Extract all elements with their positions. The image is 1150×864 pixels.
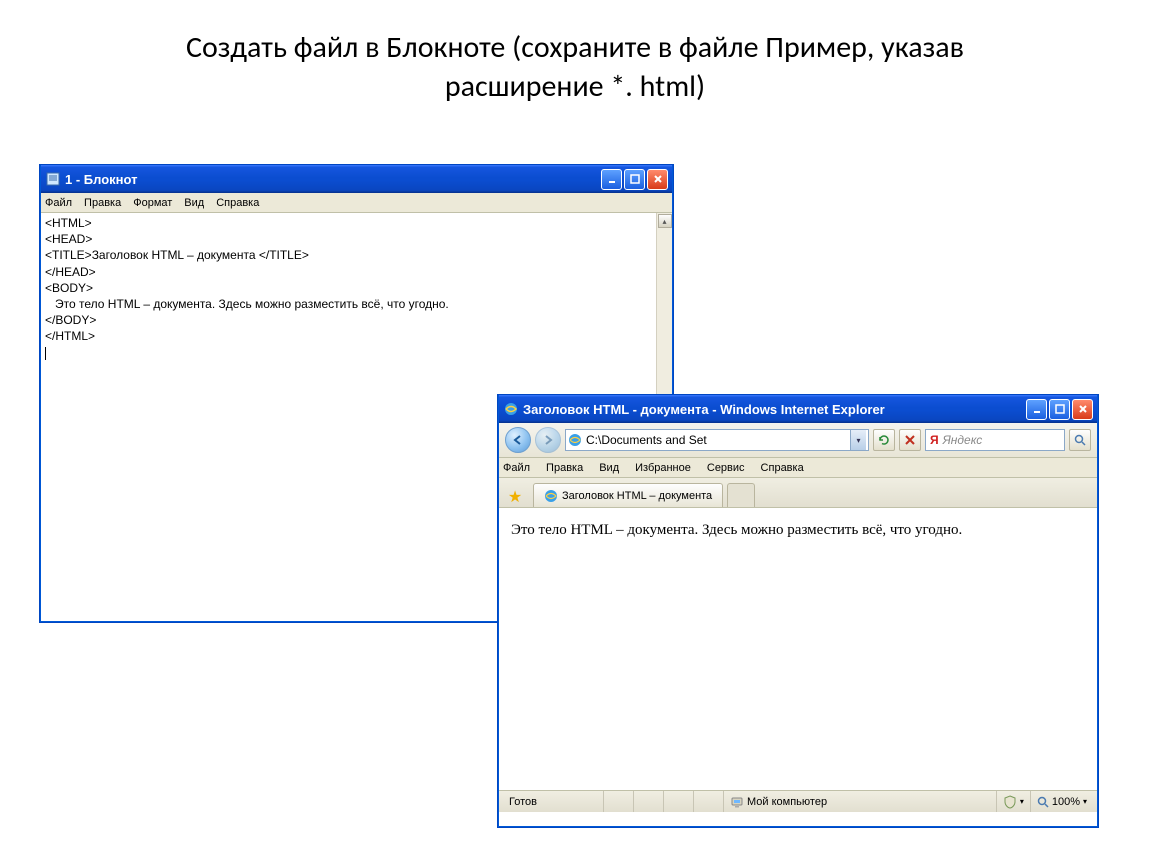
tab-page-icon [544, 489, 558, 503]
status-pane [663, 791, 693, 812]
minimize-button[interactable] [601, 169, 622, 190]
ie-tabstrip: ★ Заголовок HTML – документа [499, 478, 1097, 508]
notepad-icon [45, 171, 61, 187]
search-box[interactable]: Я Яндекс [925, 429, 1065, 451]
ie-statusbar: Готов Мой компьютер ▾ 100% ▾ [499, 790, 1097, 812]
search-go-button[interactable] [1069, 429, 1091, 451]
ie-menubar: Файл Правка Вид Избранное Сервис Справка [499, 458, 1097, 478]
menu-help[interactable]: Справка [216, 197, 259, 209]
zone-icon [730, 795, 744, 809]
caret-line [45, 345, 668, 361]
close-button[interactable] [1072, 399, 1093, 420]
notepad-titlebar[interactable]: 1 - Блокнот [41, 165, 672, 193]
notepad-menubar: Файл Правка Формат Вид Справка [41, 193, 672, 213]
ie-nav-toolbar: C:\Documents and Set ▾ Я Яндекс [499, 423, 1097, 458]
status-pane [693, 791, 723, 812]
ie-window: Заголовок HTML - документа - Windows Int… [498, 395, 1098, 827]
address-bar[interactable]: C:\Documents and Set ▾ [565, 429, 869, 451]
back-button[interactable] [505, 427, 531, 453]
zone-label: Мой компьютер [747, 796, 827, 808]
close-button[interactable] [647, 169, 668, 190]
new-tab-button[interactable] [727, 483, 755, 507]
ie-icon [503, 401, 519, 417]
code-line: </HEAD> [45, 264, 668, 280]
menu-edit[interactable]: Правка [546, 462, 583, 474]
search-placeholder: Яндекс [943, 433, 983, 447]
menu-edit[interactable]: Правка [84, 197, 121, 209]
status-ready: Готов [503, 791, 603, 812]
tab-label: Заголовок HTML – документа [562, 490, 712, 502]
zoom-control[interactable]: 100% ▾ [1030, 791, 1093, 812]
browser-tab[interactable]: Заголовок HTML – документа [533, 483, 723, 507]
yandex-icon: Я [930, 433, 939, 447]
menu-view[interactable]: Вид [184, 197, 204, 209]
address-text: C:\Documents and Set [586, 433, 846, 447]
status-pane [603, 791, 633, 812]
ie-title: Заголовок HTML - документа - Windows Int… [523, 402, 1026, 417]
minimize-button[interactable] [1026, 399, 1047, 420]
code-line: <BODY> [45, 280, 668, 296]
menu-favorites[interactable]: Избранное [635, 462, 691, 474]
heading-line2: расширение *. html) [445, 68, 705, 105]
address-dropdown-icon[interactable]: ▾ [850, 430, 866, 450]
menu-tools[interactable]: Сервис [707, 462, 745, 474]
menu-help[interactable]: Справка [761, 462, 804, 474]
page-body-text: Это тело HTML – документа. Здесь можно р… [511, 522, 962, 538]
notepad-title: 1 - Блокнот [65, 172, 601, 187]
heading-line1: Создать файл в Блокноте (сохраните в фай… [186, 29, 964, 66]
favorites-star-icon[interactable]: ★ [505, 487, 525, 507]
forward-button[interactable] [535, 427, 561, 453]
status-zone: Мой компьютер [723, 791, 833, 812]
status-pane [633, 791, 663, 812]
scroll-up-icon[interactable]: ▴ [658, 214, 672, 228]
menu-format[interactable]: Формат [133, 197, 172, 209]
menu-file[interactable]: Файл [503, 462, 530, 474]
code-line: </BODY> [45, 312, 668, 328]
page-icon [568, 433, 582, 447]
menu-view[interactable]: Вид [599, 462, 619, 474]
protected-mode-icon[interactable]: ▾ [996, 791, 1030, 812]
code-line: <HTML> [45, 215, 668, 231]
refresh-button[interactable] [873, 429, 895, 451]
code-line: Это тело HTML – документа. Здесь можно р… [45, 296, 668, 312]
maximize-button[interactable] [1049, 399, 1070, 420]
code-line: <TITLE>Заголовок HTML – документа </TITL… [45, 247, 668, 263]
code-line: <HEAD> [45, 231, 668, 247]
menu-file[interactable]: Файл [45, 197, 72, 209]
instruction-heading: Создать файл в Блокноте (сохраните в фай… [0, 28, 1150, 106]
ie-page-body: Это тело HTML – документа. Здесь можно р… [499, 508, 1097, 790]
maximize-button[interactable] [624, 169, 645, 190]
code-line: </HTML> [45, 328, 668, 344]
ie-titlebar[interactable]: Заголовок HTML - документа - Windows Int… [499, 395, 1097, 423]
stop-button[interactable] [899, 429, 921, 451]
zoom-label: 100% [1052, 796, 1080, 808]
